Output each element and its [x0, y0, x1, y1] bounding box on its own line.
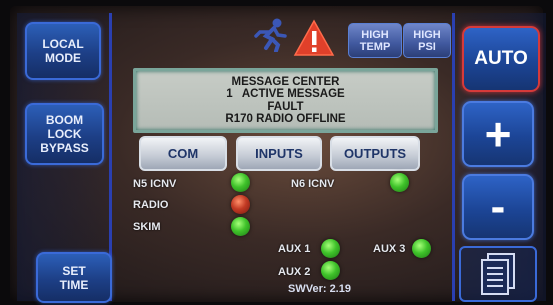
message-type: FAULT: [267, 100, 304, 113]
boom-lock-bypass-label-line2: LOCK: [47, 127, 82, 141]
high-temp-line2: TEMP: [359, 40, 391, 53]
n6-icnv-led: [390, 173, 409, 192]
tab-inputs[interactable]: INPUTS: [236, 136, 322, 171]
tab-outputs[interactable]: OUTPUTS: [330, 136, 420, 171]
skim-label: SKIM: [133, 221, 161, 233]
high-psi-line1: HIGH: [413, 28, 441, 41]
aux2-label: AUX 2: [278, 266, 311, 278]
set-time-button[interactable]: SET TIME: [36, 252, 112, 303]
radio-led: [231, 195, 250, 214]
aux2-led: [321, 261, 340, 280]
skim-led: [231, 217, 250, 236]
local-mode-label-line1: LOCAL: [42, 37, 84, 51]
boom-lock-bypass-label-line1: BOOM: [45, 113, 84, 127]
increase-button[interactable]: +: [462, 101, 534, 167]
high-temp-line1: HIGH: [361, 28, 389, 41]
set-time-label-line2: TIME: [59, 277, 89, 292]
set-time-label-line1: SET: [62, 263, 86, 278]
software-version: SWVer: 2.19: [288, 283, 351, 295]
documents-button[interactable]: [459, 246, 537, 302]
plus-label: +: [484, 108, 512, 160]
message-center: MESSAGE CENTER 1 ACTIVE MESSAGE FAULT R1…: [133, 68, 438, 133]
documents-icon: [481, 253, 515, 295]
boom-lock-bypass-label-line3: BYPASS: [40, 141, 89, 155]
message-text: R170 RADIO OFFLINE: [225, 113, 346, 125]
aux3-led: [412, 239, 431, 258]
boom-lock-bypass-button[interactable]: BOOM LOCK BYPASS: [25, 103, 104, 165]
n6-icnv-label: N6 ICNV: [291, 178, 335, 190]
running-person-icon: [254, 18, 287, 52]
aux3-label: AUX 3: [373, 243, 406, 255]
aux1-label: AUX 1: [278, 243, 311, 255]
decrease-button[interactable]: -: [462, 174, 534, 240]
tab-com[interactable]: COM: [139, 136, 227, 171]
auto-button[interactable]: AUTO: [462, 26, 540, 92]
high-psi-indicator: HIGH PSI: [403, 23, 451, 58]
active-message-count: 1 ACTIVE MESSAGE: [226, 88, 345, 100]
message-center-title: MESSAGE CENTER: [231, 75, 340, 88]
radio-label: RADIO: [133, 199, 169, 211]
minus-label: -: [490, 182, 506, 231]
auto-label: AUTO: [474, 48, 528, 69]
local-mode-button[interactable]: LOCAL MODE: [25, 22, 101, 80]
high-temp-indicator: HIGH TEMP: [348, 23, 402, 58]
n5-icnv-led: [231, 173, 250, 192]
n5-icnv-label: N5 ICNV: [133, 178, 177, 190]
warning-triangle-icon: [293, 19, 335, 56]
local-mode-label-line2: MODE: [45, 51, 81, 65]
aux1-led: [321, 239, 340, 258]
high-psi-line2: PSI: [418, 40, 436, 53]
